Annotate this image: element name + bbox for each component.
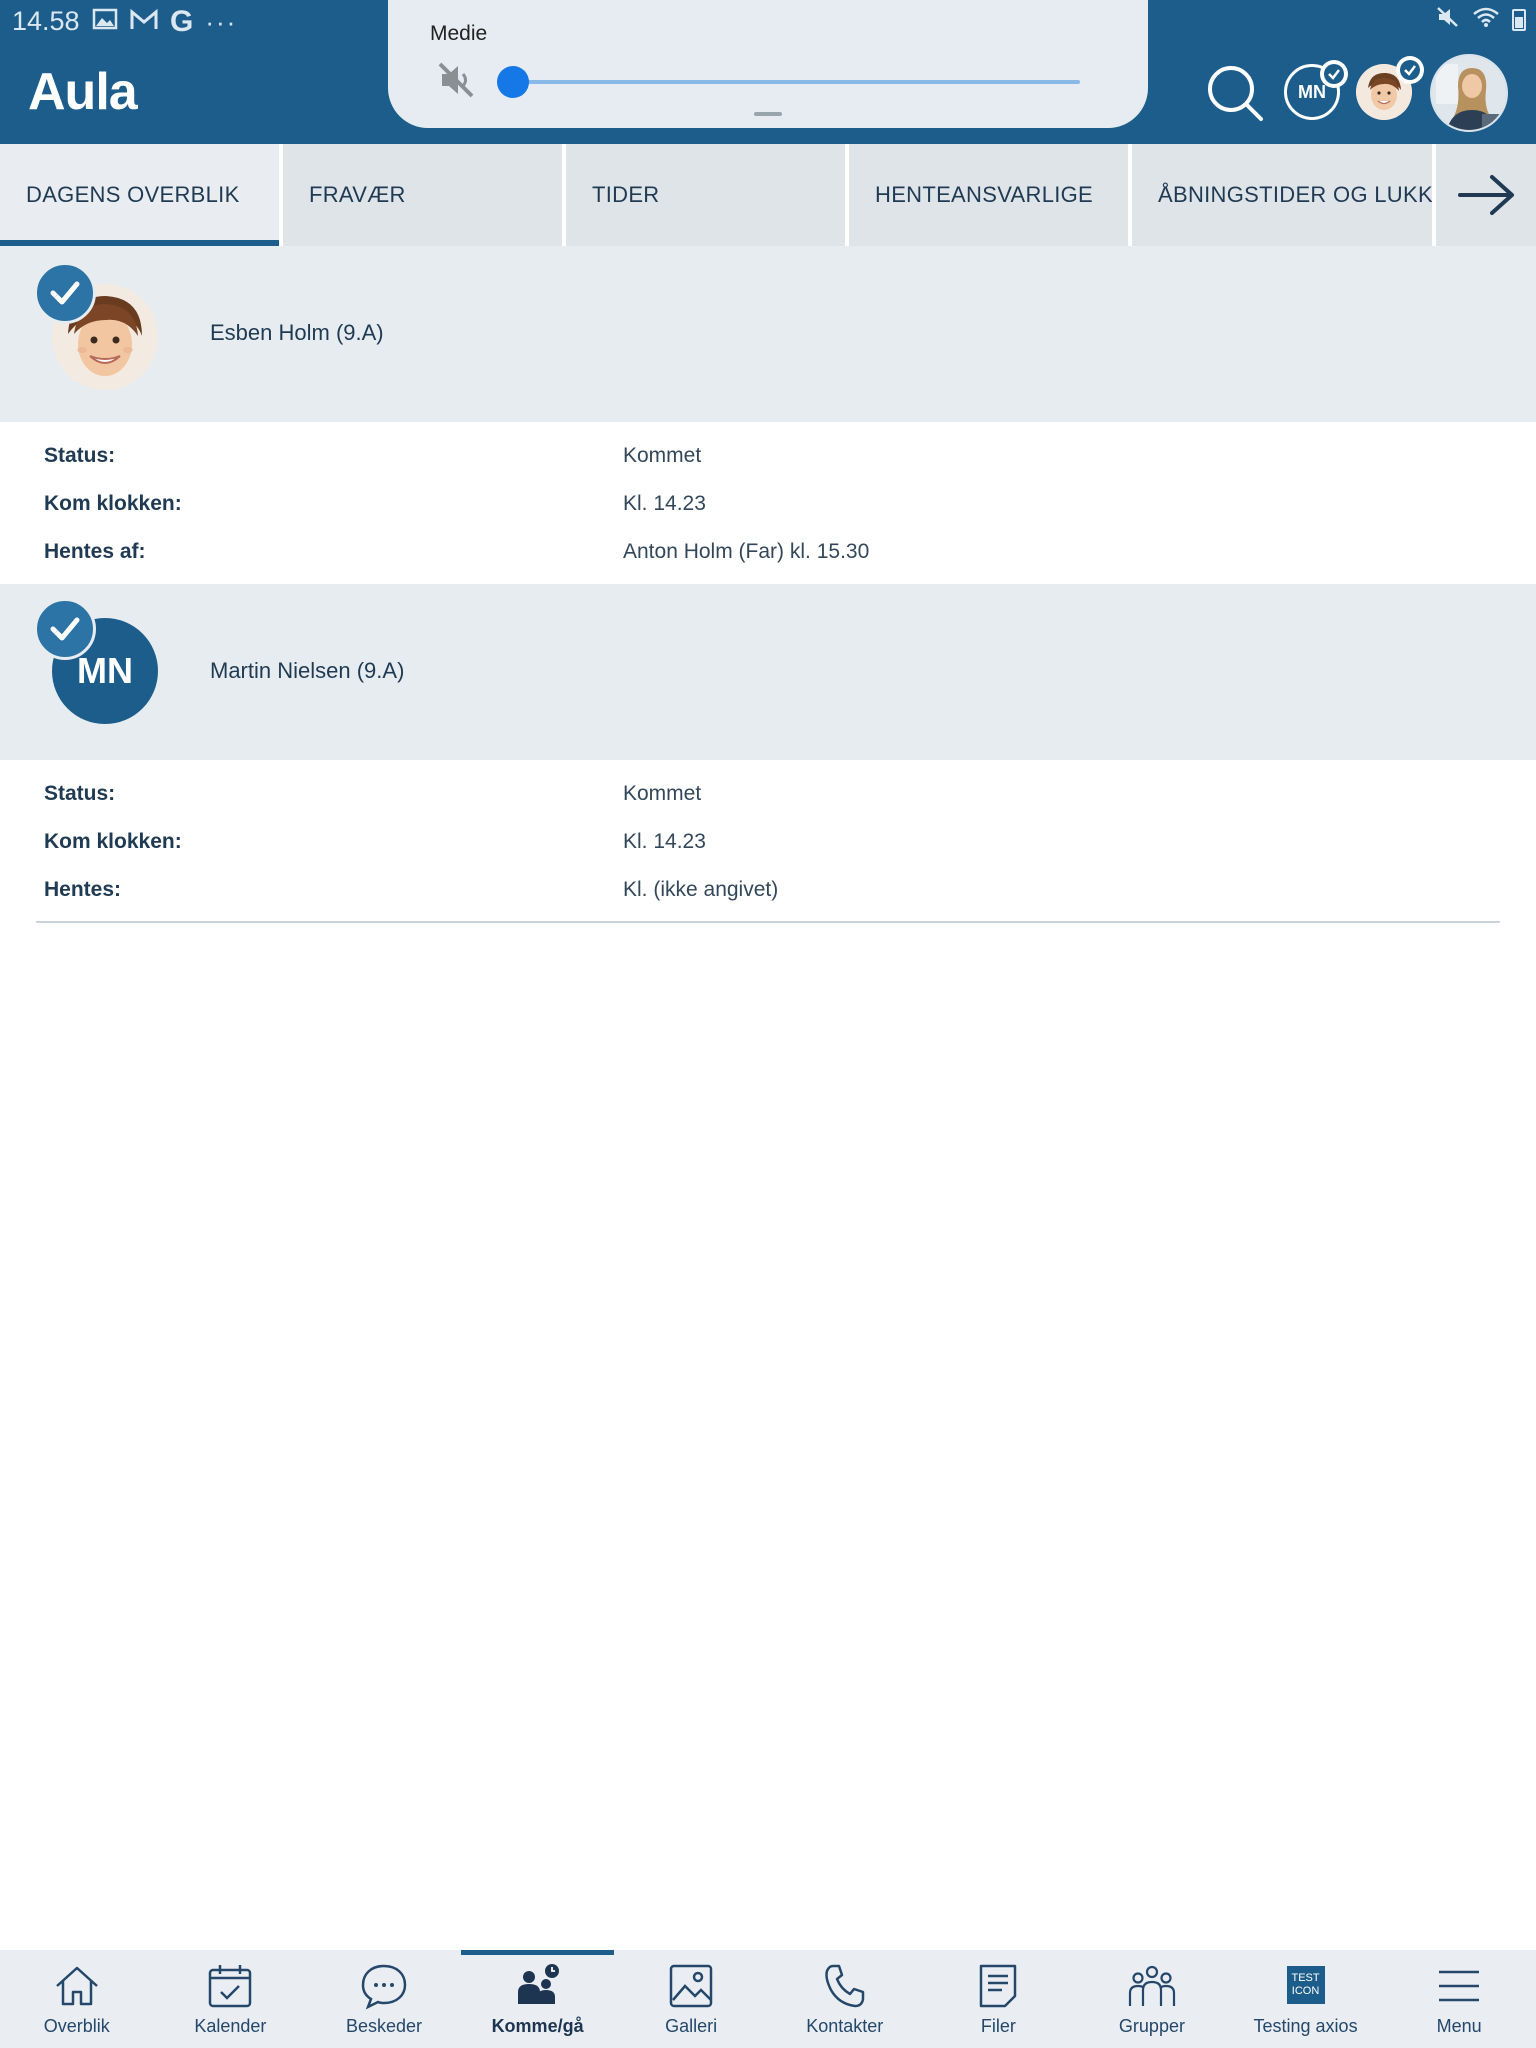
home-icon — [55, 1966, 98, 2006]
status-right-icons — [1436, 6, 1526, 34]
nav-label: Beskeder — [345, 2016, 422, 2036]
media-volume-panel: Medie — [388, 0, 1148, 128]
groups-icon — [1128, 1965, 1176, 2006]
files-icon — [980, 1964, 1017, 2008]
status-value: Kommet — [623, 444, 702, 467]
wifi-icon — [1472, 6, 1500, 34]
nav-galleri[interactable]: Galleri — [614, 1950, 768, 2048]
nav-label: Menu — [1436, 2016, 1482, 2036]
pickup-label: Hentes af: — [44, 540, 146, 563]
status-time: 14.58 — [12, 6, 80, 36]
check-icon — [34, 262, 96, 324]
status-label: Status: — [44, 782, 116, 805]
gmail-icon — [130, 6, 158, 38]
volume-slider-handle[interactable] — [497, 66, 529, 98]
google-icon: G — [170, 5, 194, 38]
more-icon: ··· — [205, 7, 238, 37]
nav-kalender[interactable]: Kalender — [154, 1950, 308, 2048]
status-left-icons: G ··· — [92, 6, 237, 38]
comego-icon — [517, 1964, 559, 2004]
child-name: Martin Nielsen (9.A) — [210, 658, 405, 683]
arrow-right-icon — [1458, 175, 1514, 215]
arrived-label: Kom klokken: — [44, 830, 182, 853]
check-icon — [1320, 60, 1348, 88]
image-icon — [92, 6, 118, 38]
menu-icon — [1439, 1970, 1480, 2002]
test-icon: TEST ICON — [1286, 1966, 1325, 2004]
tab-abningstider[interactable]: ÅBNINGSTIDER OG LUKKE — [1132, 144, 1436, 246]
nav-label: Overblik — [43, 2016, 110, 2036]
nav-kontakter[interactable]: Kontakter — [768, 1950, 922, 2048]
check-icon — [34, 598, 96, 660]
status-label: Status: — [44, 444, 116, 467]
nav-label: Testing axios — [1253, 2016, 1358, 2036]
pickup-label: Hentes: — [44, 878, 122, 901]
nav-beskeder[interactable]: Beskeder — [307, 1950, 461, 2048]
tab-fravaer[interactable]: FRAVÆR — [283, 144, 566, 246]
tab-label: TIDER — [592, 182, 660, 207]
gallery-icon — [669, 1964, 713, 2008]
nav-testing-axios[interactable]: TEST ICON Testing axios — [1229, 1950, 1383, 2048]
bottom-navigation: Overblik Kalender Beskeder Komme/gå Gall… — [0, 1950, 1536, 2048]
nav-filer[interactable]: Filer — [922, 1950, 1076, 2048]
check-icon — [1396, 56, 1424, 84]
tab-label: ÅBNINGSTIDER OG LUKKE — [1158, 182, 1436, 207]
test-icon-line: TEST — [1291, 1972, 1320, 1984]
nav-label: Filer — [980, 2016, 1016, 2036]
nav-label: Kalender — [194, 2016, 267, 2036]
app-logo: Aula — [28, 63, 138, 121]
tab-tider[interactable]: TIDER — [566, 144, 849, 246]
nav-menu[interactable]: Menu — [1382, 1950, 1536, 2048]
panel-drag-handle[interactable] — [754, 112, 782, 116]
nav-label: Kontakter — [806, 2016, 884, 2036]
avatar-initials: MN — [77, 650, 133, 691]
nav-komme-ga[interactable]: Komme/gå — [460, 1950, 615, 2048]
divider — [36, 921, 1500, 923]
test-icon-line: ICON — [1291, 1985, 1320, 1997]
header-avatar-profile[interactable] — [1430, 54, 1508, 132]
messages-icon — [361, 1964, 407, 2010]
media-label: Medie — [430, 22, 488, 45]
search-button[interactable] — [1206, 64, 1264, 122]
nav-label: Komme/gå — [491, 2016, 584, 2036]
child-card-header[interactable]: MN Martin Nielsen (9.A) — [0, 584, 1536, 760]
phone-icon — [825, 1964, 865, 2008]
tab-label: FRAVÆR — [309, 182, 406, 207]
pickup-value: Kl. (ikke angivet) — [623, 878, 779, 901]
battery-icon — [1512, 9, 1526, 31]
tab-dagens-overblik[interactable]: DAGENS OVERBLIK — [0, 144, 283, 246]
nav-overblik[interactable]: Overblik — [0, 1950, 154, 2048]
tab-bar: DAGENS OVERBLIK FRAVÆR TIDER HENTEANSVAR… — [0, 144, 1536, 246]
avatar-initials: MN — [1298, 81, 1326, 102]
nav-label: Grupper — [1118, 2016, 1185, 2036]
nav-grupper[interactable]: Grupper — [1075, 1950, 1229, 2048]
nav-label: Galleri — [665, 2016, 718, 2036]
tab-label: DAGENS OVERBLIK — [26, 182, 240, 207]
calendar-icon — [209, 1965, 252, 2008]
volume-slider-track[interactable] — [512, 80, 1080, 84]
search-icon — [1208, 66, 1263, 121]
status-value: Kommet — [623, 782, 702, 805]
mute-icon[interactable] — [436, 60, 476, 105]
tabs-scroll-right-button[interactable] — [1436, 144, 1536, 246]
mute-icon — [1436, 6, 1460, 34]
tab-label: HENTEANSVARLIGE — [875, 182, 1094, 207]
arrived-value: Kl. 14.23 — [623, 492, 706, 515]
child-card-header[interactable]: Esben Holm (9.A) — [0, 246, 1536, 422]
arrived-label: Kom klokken: — [44, 492, 182, 515]
child-name: Esben Holm (9.A) — [210, 320, 384, 345]
tab-henteansvarlige[interactable]: HENTEANSVARLIGE — [849, 144, 1132, 246]
arrived-value: Kl. 14.23 — [623, 830, 706, 853]
pickup-value: Anton Holm (Far) kl. 15.30 — [623, 540, 870, 563]
